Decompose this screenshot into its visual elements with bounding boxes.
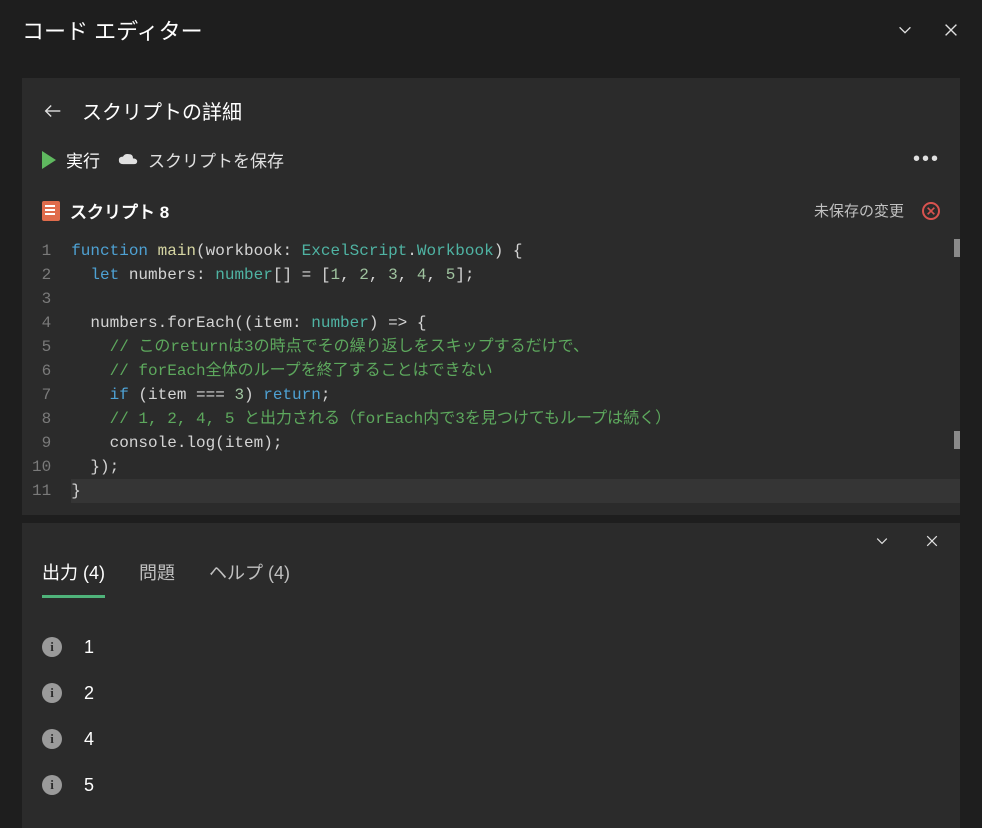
- code-line[interactable]: }: [71, 479, 960, 503]
- header-actions: [896, 21, 960, 39]
- code-line[interactable]: numbers.forEach((item: number) => {: [71, 311, 960, 335]
- code-line[interactable]: // このreturnは3の時点でその繰り返しをスキップするだけで、: [71, 335, 960, 359]
- tab-help[interactable]: ヘルプ (4): [209, 559, 290, 598]
- line-number: 1: [32, 239, 51, 263]
- bottom-panel: 出力 (4) 問題 ヘルプ (4) i1i2i4i5: [22, 515, 960, 828]
- back-arrow-icon[interactable]: [42, 100, 64, 122]
- output-value: 1: [84, 637, 94, 658]
- tab-help-label: ヘルプ: [209, 563, 263, 583]
- code-line[interactable]: function main(workbook: ExcelScript.Work…: [71, 239, 960, 263]
- line-number: 10: [32, 455, 51, 479]
- bottom-panel-header: [22, 523, 960, 549]
- script-file-icon: [42, 201, 60, 221]
- output-item: i5: [42, 762, 940, 808]
- toolbar: 実行 スクリプトを保存 •••: [22, 125, 960, 188]
- script-row: スクリプト 8 未保存の変更: [22, 188, 960, 235]
- code-line[interactable]: // 1, 2, 4, 5 と出力される（forEach内で3を見つけてもループ…: [71, 407, 960, 431]
- info-icon: i: [42, 775, 62, 795]
- line-number: 2: [32, 263, 51, 287]
- line-number: 6: [32, 359, 51, 383]
- close-icon[interactable]: [942, 21, 960, 39]
- tab-help-count: 4: [274, 563, 284, 583]
- code-line[interactable]: if (item === 3) return;: [71, 383, 960, 407]
- unsaved-label: 未保存の変更: [814, 200, 904, 221]
- editor-panel: スクリプトの詳細 実行 スクリプトを保存 ••• スクリプト 8 未保存の変更 …: [22, 78, 960, 515]
- bottom-tabs: 出力 (4) 問題 ヘルプ (4): [22, 549, 960, 598]
- line-number: 9: [32, 431, 51, 455]
- code-editor[interactable]: 1234567891011 function main(workbook: Ex…: [22, 235, 960, 515]
- panel-close-icon[interactable]: [924, 533, 940, 549]
- info-icon: i: [42, 637, 62, 657]
- output-item: i4: [42, 716, 940, 762]
- line-number: 7: [32, 383, 51, 407]
- app-header: コード エディター: [0, 0, 982, 60]
- output-value: 2: [84, 683, 94, 704]
- scroll-marker: [954, 239, 960, 257]
- subheader-title: スクリプトの詳細: [82, 96, 242, 125]
- code-line[interactable]: [71, 287, 960, 311]
- code-area[interactable]: function main(workbook: ExcelScript.Work…: [65, 235, 960, 507]
- run-label: 実行: [66, 147, 100, 172]
- tab-problems[interactable]: 問題: [139, 559, 175, 598]
- line-number: 4: [32, 311, 51, 335]
- scroll-marker: [954, 431, 960, 449]
- code-line[interactable]: });: [71, 455, 960, 479]
- output-value: 4: [84, 729, 94, 750]
- save-label: スクリプトを保存: [148, 147, 284, 172]
- play-icon: [42, 151, 56, 169]
- app-title: コード エディター: [22, 14, 203, 46]
- unsaved-close-icon[interactable]: [922, 202, 940, 220]
- code-line[interactable]: console.log(item);: [71, 431, 960, 455]
- line-number: 5: [32, 335, 51, 359]
- info-icon: i: [42, 683, 62, 703]
- cloud-save-icon: [118, 153, 138, 167]
- code-line[interactable]: let numbers: number[] = [1, 2, 3, 4, 5];: [71, 263, 960, 287]
- line-gutter: 1234567891011: [22, 235, 65, 507]
- line-number: 11: [32, 479, 51, 503]
- output-value: 5: [84, 775, 94, 796]
- more-menu-icon[interactable]: •••: [913, 148, 940, 171]
- line-number: 8: [32, 407, 51, 431]
- output-item: i2: [42, 670, 940, 716]
- line-number: 3: [32, 287, 51, 311]
- output-list: i1i2i4i5: [22, 598, 960, 828]
- code-line[interactable]: // forEach全体のループを終了することはできない: [71, 359, 960, 383]
- script-name: スクリプト 8: [70, 198, 169, 223]
- tab-output[interactable]: 出力 (4): [42, 559, 105, 598]
- subheader: スクリプトの詳細: [22, 78, 960, 125]
- output-item: i1: [42, 624, 940, 670]
- collapse-icon[interactable]: [896, 21, 914, 39]
- tab-output-count: 4: [89, 563, 99, 583]
- save-script-button[interactable]: スクリプトを保存: [118, 147, 284, 172]
- run-button[interactable]: 実行: [42, 147, 100, 172]
- info-icon: i: [42, 729, 62, 749]
- panel-collapse-icon[interactable]: [874, 533, 890, 549]
- tab-output-label: 出力: [42, 563, 78, 583]
